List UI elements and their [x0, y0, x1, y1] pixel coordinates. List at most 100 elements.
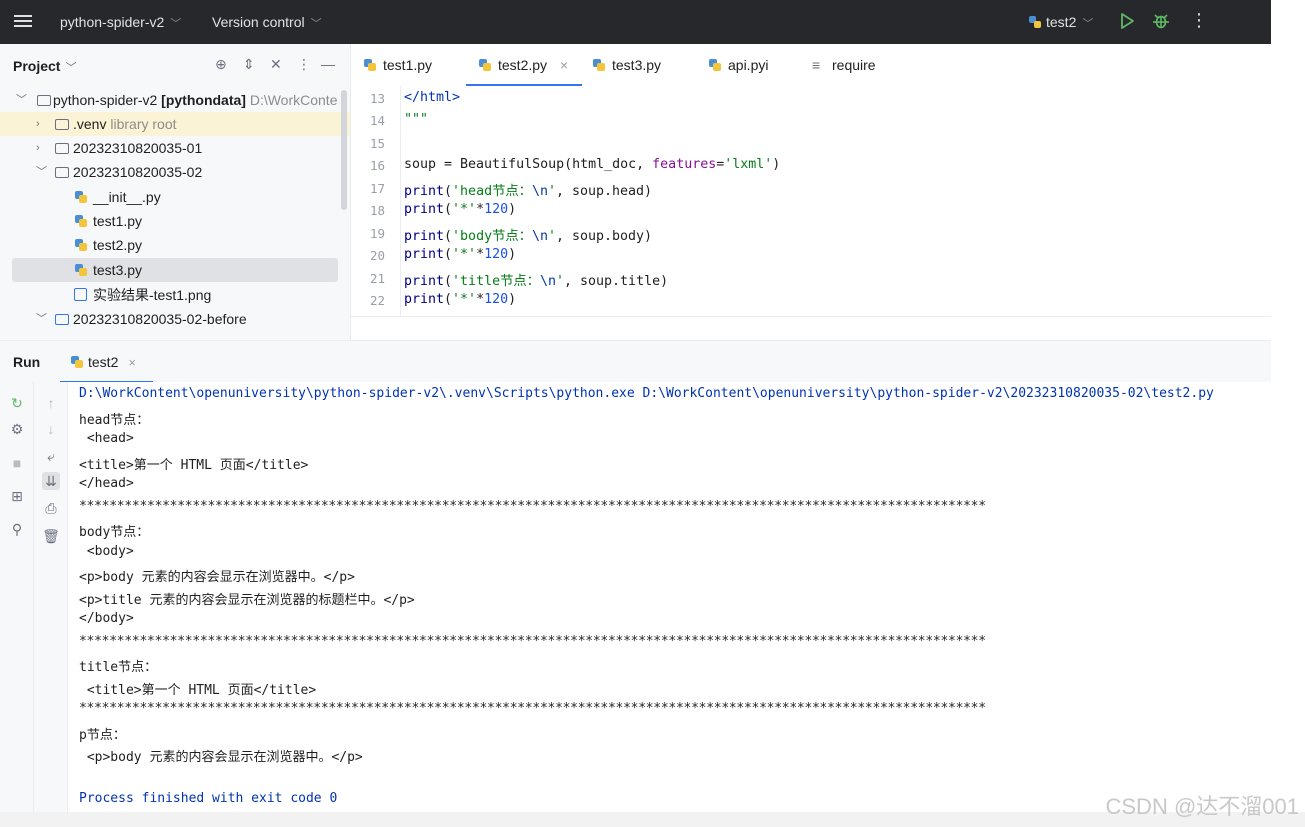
folder-icon: [37, 95, 51, 106]
run-tab-label: test2: [88, 354, 119, 370]
tree-item-label: 实验结果-test1.png: [93, 287, 212, 303]
tree-item-folder-01[interactable]: › 20232310820035-01: [0, 136, 350, 160]
console-line: </body>: [79, 611, 134, 626]
chevron-down-icon[interactable]: ﹀: [36, 160, 48, 184]
run-config-selector[interactable]: test2 ﹀: [1028, 14, 1093, 31]
tree-item-label: __init__.py: [93, 189, 161, 205]
chevron-down-icon: ﹀: [170, 18, 182, 30]
tree-item-folder-02-before[interactable]: ﹀ 20232310820035-02-before: [0, 307, 350, 331]
code-line: print('title节点：\n', soup.title): [404, 274, 669, 289]
console-output[interactable]: D:\WorkContent\openuniversity\python-spi…: [68, 382, 1278, 812]
code-editor[interactable]: 13 14 15 16 17 18 19 20 21 22 </html> ""…: [351, 86, 1271, 317]
stop-icon[interactable]: ■: [8, 454, 26, 472]
python-file-icon: [71, 356, 83, 368]
folder-icon: [55, 143, 69, 154]
line-number: 20: [369, 248, 385, 263]
tree-item-test2[interactable]: test2.py: [0, 233, 350, 257]
print-icon[interactable]: ⎙: [42, 499, 60, 517]
tree-item-folder-02[interactable]: ﹀ 20232310820035-02: [0, 160, 350, 184]
tab-api[interactable]: api.pyi: [708, 44, 798, 86]
run-icon[interactable]: [1119, 12, 1135, 30]
package-folder-icon: [55, 167, 69, 178]
python-file-icon: [75, 264, 87, 276]
console-line: <body>: [79, 544, 134, 559]
tree-item-png[interactable]: 实验结果-test1.png: [0, 283, 350, 307]
pin-icon[interactable]: ⚲: [8, 520, 26, 538]
run-toolbar-primary: ↻ ⚙ ■ ⊞ ⚲: [0, 382, 34, 812]
close-tab-icon[interactable]: ×: [560, 44, 568, 86]
console-line: <p>body 元素的内容会显示在浏览器中。</p>: [79, 750, 363, 765]
python-file-icon: [593, 59, 605, 71]
line-number: 14: [369, 113, 385, 128]
console-line: title节点：: [79, 660, 158, 675]
chevron-down-icon[interactable]: ﹀: [16, 88, 28, 112]
python-file-icon: [364, 59, 376, 71]
python-file-icon: [75, 239, 87, 251]
scroll-to-end-icon[interactable]: ⇊: [42, 472, 60, 490]
options-icon[interactable]: ⋮: [297, 56, 311, 73]
tree-item-venv[interactable]: › .venv library root: [0, 112, 350, 136]
tab-require[interactable]: ≡ require: [812, 44, 902, 86]
tree-item-env: [pythondata]: [161, 92, 246, 108]
close-run-tab-icon[interactable]: ×: [128, 355, 136, 370]
tree-item-label: 20232310820035-02: [73, 164, 203, 180]
console-line: body节点：: [79, 525, 150, 540]
console-line: p节点：: [79, 728, 126, 743]
more-options-icon[interactable]: ⋮: [1190, 10, 1208, 31]
expand-all-icon[interactable]: ⇕: [243, 56, 255, 73]
project-title: Project: [13, 58, 61, 74]
debug-icon[interactable]: [1152, 11, 1170, 31]
run-tab-test2[interactable]: test2 ×: [70, 354, 136, 370]
tab-test2[interactable]: test2.py ×: [466, 44, 582, 86]
line-number: 18: [369, 203, 385, 218]
tree-item-test1[interactable]: test1.py: [0, 209, 350, 233]
tree-item-note: library root: [110, 116, 177, 132]
tree-item-label: python-spider-v2: [53, 92, 158, 108]
version-control-menu[interactable]: Version control ﹀: [212, 14, 322, 31]
layout-icon[interactable]: ⊞: [8, 487, 26, 505]
soft-wrap-icon[interactable]: ⤶: [42, 447, 60, 465]
console-line: Process finished with exit code 0: [79, 791, 338, 806]
code-line: print('head节点：\n', soup.head): [404, 184, 653, 199]
tree-item-init[interactable]: __init__.py: [0, 185, 350, 209]
python-file-icon: [75, 215, 87, 227]
arrow-up-icon[interactable]: ↑: [42, 394, 60, 412]
chevron-right-icon[interactable]: ›: [36, 112, 48, 136]
tree-item-root[interactable]: ﹀ python-spider-v2 [pythondata] D:\WorkC…: [0, 88, 350, 112]
line-number: 22: [369, 293, 385, 308]
tab-test3[interactable]: test3.py: [592, 44, 692, 86]
chevron-right-icon[interactable]: ›: [36, 136, 48, 160]
console-line: D:\WorkContent\openuniversity\python-spi…: [79, 386, 1214, 401]
arrow-down-icon[interactable]: ↓: [42, 420, 60, 438]
tree-item-label: .venv: [73, 116, 107, 132]
image-file-icon: [74, 288, 87, 301]
chevron-down-icon[interactable]: ﹀: [36, 307, 48, 331]
title-bar: python-spider-v2 ﹀ Version control ﹀ test2…: [0, 0, 1271, 44]
chevron-down-icon: ﹀: [310, 18, 322, 30]
folder-icon: [55, 314, 69, 325]
scrollbar-thumb[interactable]: [341, 90, 347, 210]
tab-test1[interactable]: test1.py: [363, 44, 463, 86]
trash-icon[interactable]: 🗑: [42, 527, 60, 545]
tree-item-test3[interactable]: test3.py: [12, 258, 338, 282]
project-tool-window: Project ﹀ ⊕ ⇕ ✕ ⋮ — ﹀ python-spider-v2 [p…: [0, 44, 351, 340]
run-tool-window-header: Run test2 ×: [0, 340, 1271, 383]
project-view-selector[interactable]: Project ﹀: [13, 58, 76, 75]
rerun-icon[interactable]: ↻: [8, 394, 26, 412]
tab-label: test1.py: [383, 57, 433, 73]
locate-icon[interactable]: ⊕: [215, 56, 227, 73]
code-line: </html>: [404, 90, 461, 105]
chevron-down-icon: ﹀: [65, 62, 77, 74]
editor-tabs: test1.py test2.py × test3.py api.pyi ≡ r…: [351, 44, 1271, 87]
hide-icon[interactable]: —: [321, 56, 335, 72]
code-line: """: [404, 112, 429, 127]
tree-item-label: test3.py: [93, 262, 143, 278]
project-selector[interactable]: python-spider-v2 ﹀: [60, 14, 181, 31]
line-number: 15: [369, 136, 385, 151]
settings-icon[interactable]: ⚙: [8, 420, 26, 438]
tree-item-label: test1.py: [93, 213, 143, 229]
collapse-all-icon[interactable]: ✕: [270, 56, 282, 73]
console-line: <title>第一个 HTML 页面</title>: [79, 458, 309, 473]
line-number: 16: [369, 158, 385, 173]
main-menu-icon[interactable]: [14, 12, 32, 30]
